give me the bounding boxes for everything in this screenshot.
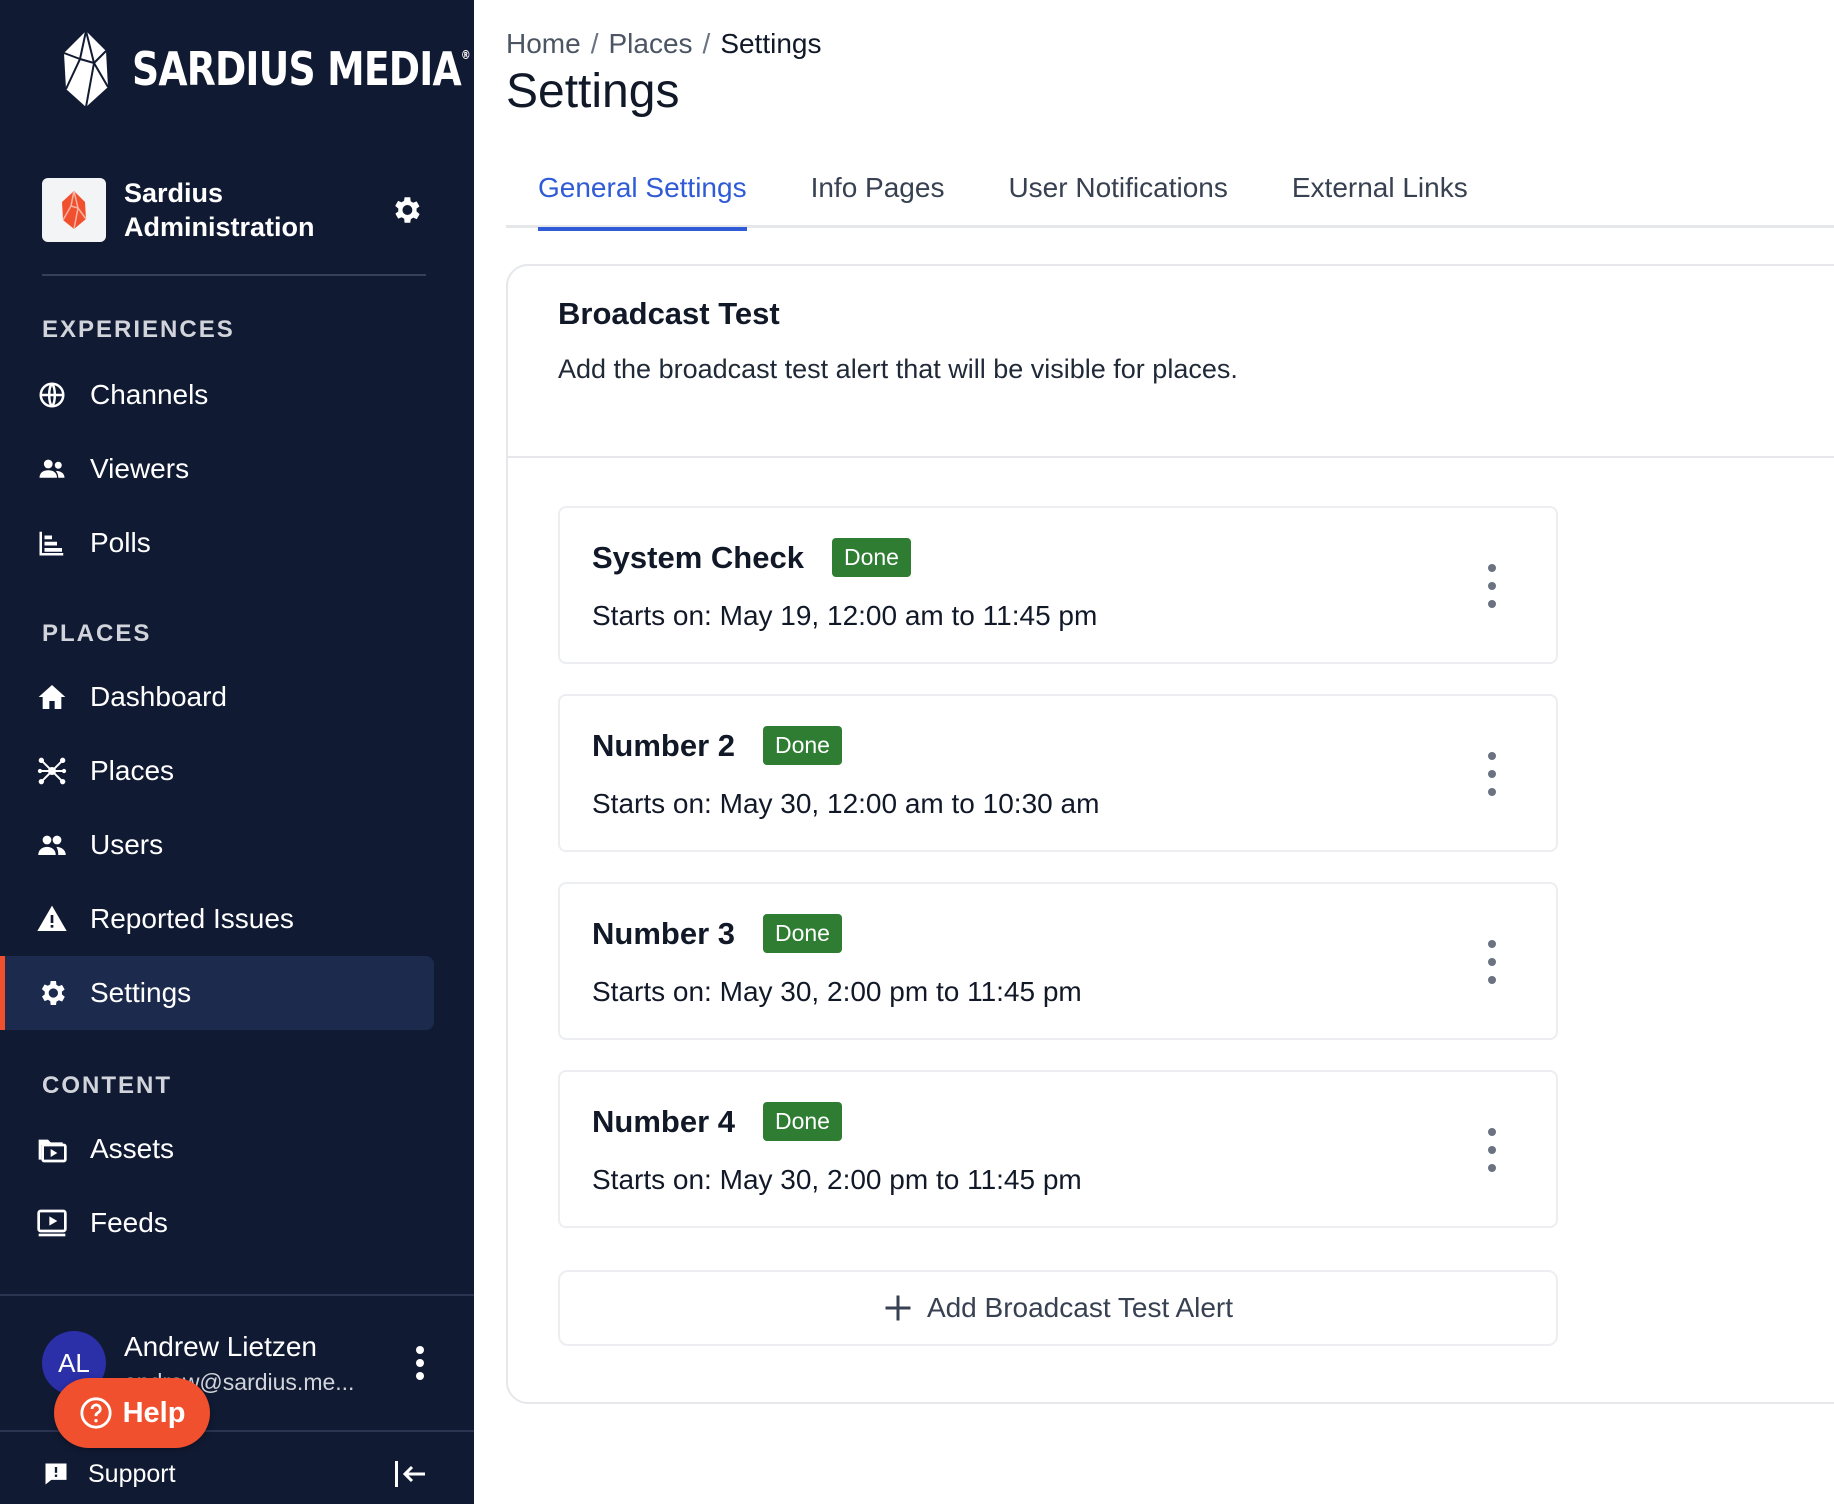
network-icon <box>36 755 68 787</box>
tab-external-links[interactable]: External Links <box>1292 160 1468 228</box>
tab-user-notifications[interactable]: User Notifications <box>1008 160 1227 228</box>
sidebar-item-label: Reported Issues <box>90 903 294 934</box>
alert-card[interactable]: Number 4 Done Starts on: May 30, 2:00 pm… <box>558 1070 1558 1228</box>
status-badge: Done <box>762 726 842 765</box>
sidebar-item-places[interactable]: Places <box>0 734 434 808</box>
sidebar-item-label: Feeds <box>90 1207 168 1238</box>
alert-title-row: Number 2 Done <box>592 726 842 765</box>
alert-menu-kebab-icon[interactable] <box>1482 564 1502 608</box>
alert-title-row: Number 3 Done <box>592 914 842 953</box>
breadcrumb: Home / Places / Settings <box>506 28 821 60</box>
home-icon <box>36 681 68 713</box>
org-settings-gear-icon[interactable] <box>386 190 426 230</box>
user-menu-kebab-icon[interactable] <box>408 1343 432 1383</box>
alert-card[interactable]: Number 2 Done Starts on: May 30, 12:00 a… <box>558 694 1558 852</box>
sidebar-item-users[interactable]: Users <box>0 808 434 882</box>
alert-time: Starts on: May 19, 12:00 am to 11:45 pm <box>592 600 1098 631</box>
sidebar-item-settings[interactable]: Settings <box>0 956 434 1030</box>
tab-info-pages[interactable]: Info Pages <box>811 160 945 228</box>
alert-time: Starts on: May 30, 12:00 am to 10:30 am <box>592 788 1100 819</box>
sidebar-item-label: Viewers <box>90 453 190 484</box>
section-title-experiences: EXPERIENCES <box>42 316 235 343</box>
section-title-places: PLACES <box>42 620 152 647</box>
sidebar-item-polls[interactable]: Polls <box>0 506 434 580</box>
breadcrumb-separator: / <box>702 28 711 59</box>
video-feed-icon <box>36 1207 68 1239</box>
sidebar-item-label: Polls <box>90 527 151 558</box>
alert-menu-kebab-icon[interactable] <box>1482 1128 1502 1172</box>
alert-card[interactable]: Number 3 Done Starts on: May 30, 2:00 pm… <box>558 882 1558 1040</box>
sidebar-item-assets[interactable]: Assets <box>0 1112 434 1186</box>
brand-name: SARDIUS MEDIA® <box>132 42 471 96</box>
alert-name: System Check <box>592 539 804 575</box>
alert-time: Starts on: May 30, 2:00 pm to 11:45 pm <box>592 976 1082 1007</box>
people-icon <box>36 453 68 485</box>
breadcrumb-separator: / <box>590 28 599 59</box>
org-avatar <box>42 178 106 242</box>
section-title-content: CONTENT <box>42 1072 172 1099</box>
sidebar-item-label: Places <box>90 755 175 786</box>
help-label: Help <box>122 1396 186 1429</box>
media-folder-icon <box>36 1133 68 1165</box>
org-name: Sardius Administration <box>124 178 315 242</box>
sidebar-item-label: Dashboard <box>90 681 227 712</box>
add-button-label: Add Broadcast Test Alert <box>926 1292 1234 1323</box>
status-badge: Done <box>831 538 911 577</box>
alert-time: Starts on: May 30, 2:00 pm to 11:45 pm <box>592 1164 1082 1195</box>
warning-icon <box>36 903 68 935</box>
sidebar-item-channels[interactable]: Channels <box>0 358 434 432</box>
alert-card[interactable]: System Check Done Starts on: May 19, 12:… <box>558 506 1558 664</box>
user-divider <box>0 1294 474 1296</box>
gear-icon <box>36 977 68 1009</box>
question-circle-icon <box>79 1397 112 1429</box>
bar-chart-icon <box>36 527 68 559</box>
sidebar-item-label: Assets <box>90 1133 175 1164</box>
page-title: Settings <box>506 65 680 118</box>
alert-title-row: Number 4 Done <box>592 1102 842 1141</box>
sidebar-item-feeds[interactable]: Feeds <box>0 1186 434 1260</box>
crystal-org-icon <box>62 190 87 230</box>
alert-name: Number 3 <box>592 915 735 951</box>
status-badge: Done <box>762 1102 842 1141</box>
support-label: Support <box>88 1459 176 1488</box>
sidebar-item-label: Users <box>90 829 164 860</box>
alert-name: Number 4 <box>592 1103 735 1139</box>
sidebar-item-viewers[interactable]: Viewers <box>0 432 434 506</box>
status-badge: Done <box>762 914 842 953</box>
plus-icon <box>885 1295 911 1321</box>
help-button[interactable]: Help <box>54 1378 210 1448</box>
alert-menu-kebab-icon[interactable] <box>1482 752 1502 796</box>
alert-menu-kebab-icon[interactable] <box>1482 940 1502 984</box>
add-broadcast-test-alert-button[interactable]: Add Broadcast Test Alert <box>558 1270 1558 1346</box>
sidebar-divider <box>42 274 426 276</box>
panel-description: Add the broadcast test alert that will b… <box>558 354 1238 384</box>
support-link[interactable]: Support <box>42 1456 176 1492</box>
user-name: Andrew Lietzen <box>124 1330 318 1362</box>
globe-icon <box>36 379 68 411</box>
sidebar-item-reported-issues[interactable]: Reported Issues <box>0 882 434 956</box>
crystal-logo-icon <box>63 30 109 108</box>
brand-logo[interactable]: SARDIUS MEDIA® <box>62 26 544 112</box>
sidebar-item-label: Settings <box>90 977 192 1008</box>
panel-title: Broadcast Test <box>558 296 780 331</box>
sidebar: SARDIUS MEDIA® Sardius Administration EX… <box>0 0 474 1504</box>
org-switcher[interactable]: Sardius Administration <box>42 178 426 242</box>
breadcrumb-home[interactable]: Home <box>506 28 581 59</box>
breadcrumb-current: Settings <box>720 28 822 59</box>
alert-name: Number 2 <box>592 727 735 763</box>
sidebar-item-label: Channels <box>90 379 209 410</box>
feedback-icon <box>42 1460 70 1488</box>
collapse-sidebar-icon[interactable] <box>390 1456 430 1492</box>
tab-general-settings[interactable]: General Settings <box>538 160 747 231</box>
panel-header: Broadcast Test Add the broadcast test al… <box>508 266 1834 458</box>
settings-tabs: General Settings Info Pages User Notific… <box>506 160 1834 231</box>
broadcast-test-panel: Broadcast Test Add the broadcast test al… <box>506 264 1834 1404</box>
breadcrumb-places[interactable]: Places <box>608 28 692 59</box>
sidebar-item-dashboard[interactable]: Dashboard <box>0 660 434 734</box>
users-icon <box>36 829 68 861</box>
alert-title-row: System Check Done <box>592 538 911 577</box>
